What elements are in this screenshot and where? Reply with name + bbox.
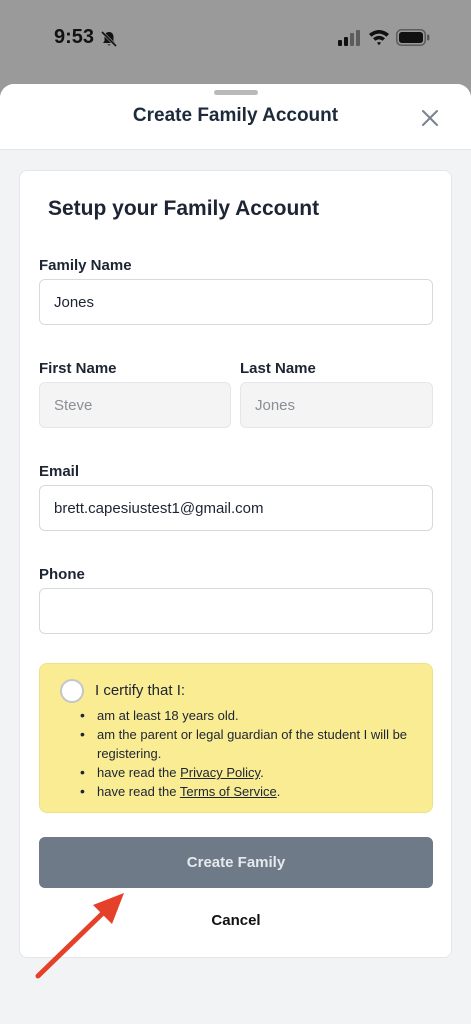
phone-label: Phone bbox=[39, 566, 85, 583]
status-time: 9:53 bbox=[54, 26, 95, 48]
certification-box: I certify that I: am at least 18 years o… bbox=[39, 663, 433, 813]
cert-terms-end: . bbox=[276, 784, 281, 799]
family-account-card: Setup your Family Account Family Name Fi… bbox=[19, 170, 452, 958]
cellular-signal-icon bbox=[338, 30, 360, 46]
cert-privacy-end: . bbox=[260, 765, 264, 780]
sheet-header: Create Family Account bbox=[0, 84, 471, 150]
create-family-button[interactable]: Create Family bbox=[39, 837, 433, 888]
certification-list: am at least 18 years old. am the parent … bbox=[80, 706, 420, 801]
form-heading: Setup your Family Account bbox=[48, 197, 320, 220]
certify-title: I certify that I: bbox=[95, 682, 186, 699]
status-bar: 9:53 bbox=[0, 0, 471, 78]
cert-item-age: am at least 18 years old. bbox=[80, 706, 420, 725]
terms-of-service-link[interactable]: Terms of Service bbox=[180, 784, 277, 799]
cert-item-terms: have read the Terms of Service. bbox=[80, 782, 420, 801]
first-name-label: First Name bbox=[39, 360, 117, 377]
annotation-arrow-icon bbox=[35, 893, 124, 979]
bell-off-icon bbox=[100, 30, 118, 48]
cancel-button[interactable]: Cancel bbox=[170, 907, 302, 933]
last-name-label: Last Name bbox=[240, 360, 316, 377]
wifi-icon bbox=[369, 30, 389, 46]
family-name-input[interactable] bbox=[39, 279, 433, 325]
cert-terms-prefix: have read the bbox=[97, 784, 180, 799]
cert-privacy-prefix: have read the bbox=[97, 765, 181, 780]
sheet-title: Create Family Account bbox=[132, 105, 339, 126]
sheet-grabber[interactable] bbox=[214, 90, 258, 95]
first-name-input bbox=[39, 382, 231, 428]
certify-radio[interactable] bbox=[60, 679, 84, 703]
bottom-sheet: Create Family Account Setup your Family … bbox=[0, 84, 471, 1024]
cert-guardian-text: am the parent or legal guardian of the s… bbox=[97, 727, 408, 761]
cert-item-guardian: am the parent or legal guardian of the s… bbox=[80, 725, 420, 763]
battery-icon bbox=[396, 29, 430, 46]
phone-input[interactable] bbox=[39, 588, 433, 634]
email-input[interactable] bbox=[39, 485, 433, 531]
privacy-policy-link[interactable]: Privacy Policy bbox=[180, 765, 260, 780]
cert-age-text: am at least 18 years old. bbox=[97, 708, 239, 723]
last-name-input bbox=[240, 382, 433, 428]
family-name-label: Family Name bbox=[39, 257, 132, 274]
close-icon[interactable] bbox=[418, 106, 442, 130]
email-label: Email bbox=[39, 463, 80, 480]
cert-item-privacy: have read the Privacy Policy. bbox=[80, 763, 420, 782]
